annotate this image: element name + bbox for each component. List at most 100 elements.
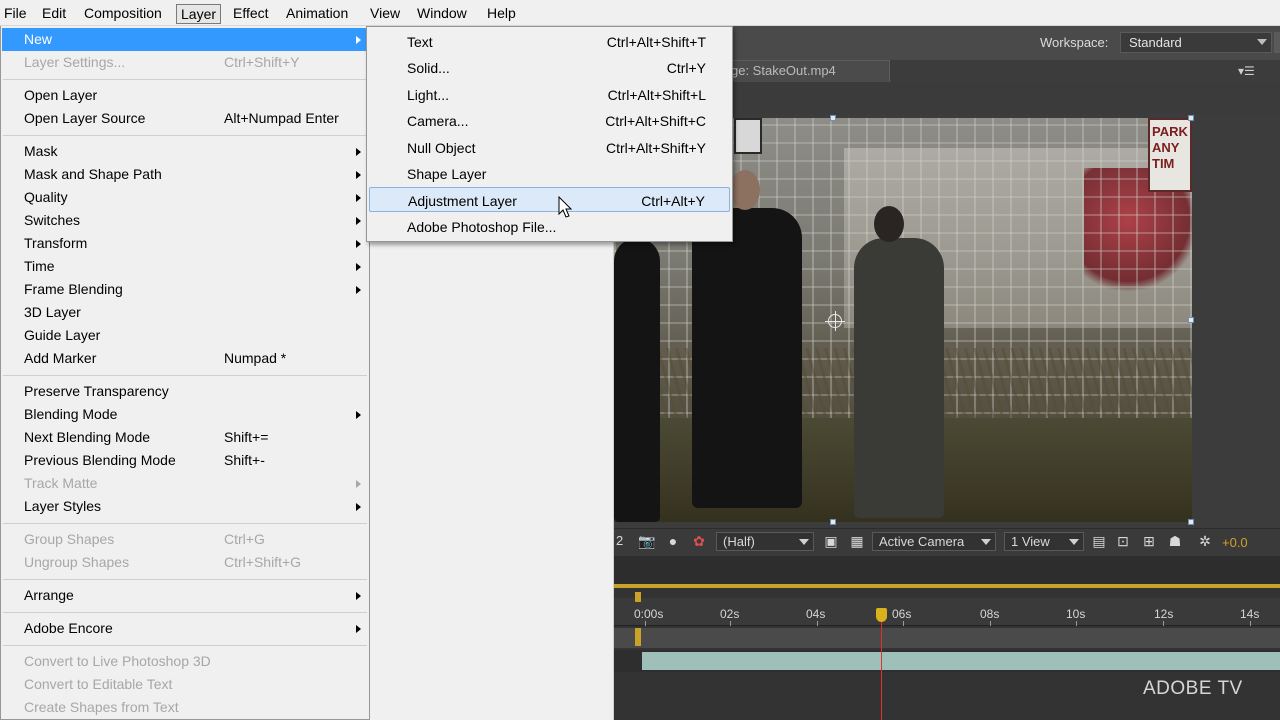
work-area-start-handle[interactable]	[635, 592, 641, 602]
transform-handle-top[interactable]	[830, 115, 836, 121]
menu-separator	[3, 375, 367, 376]
layer-in-point-handle[interactable]	[635, 628, 641, 646]
menu-edit[interactable]: Edit	[38, 4, 70, 24]
mouse-cursor-icon	[558, 196, 573, 218]
playhead-handle[interactable]	[876, 608, 887, 622]
tick-label: 14s	[1240, 607, 1260, 621]
menu-item-label: 3D Layer	[24, 304, 81, 320]
layer-menu-item-preserve-transparency[interactable]: Preserve Transparency	[2, 380, 368, 403]
exposure-reset-icon[interactable]: ✲	[1196, 532, 1214, 550]
menu-item-shortcut: Ctrl+Alt+Y	[641, 193, 705, 210]
layer-menu-item-previous-blending-mode[interactable]: Previous Blending Mode Shift+-	[2, 449, 368, 472]
menu-composition[interactable]: Composition	[80, 4, 166, 24]
fast-previews-icon[interactable]: ⊡	[1114, 532, 1132, 550]
layer-menu-item-new[interactable]: New	[2, 28, 368, 51]
layer-menu-item-blending-mode[interactable]: Blending Mode	[2, 403, 368, 426]
layer-menu-item-open-layer[interactable]: Open Layer	[2, 84, 368, 107]
chevron-right-icon	[356, 625, 361, 633]
work-area-bar[interactable]	[614, 628, 1280, 648]
menu-item-label: Layer Styles	[24, 498, 102, 514]
layer-menu-item-guide-layer[interactable]: Guide Layer	[2, 324, 368, 347]
menu-item-shortcut: Ctrl+Y	[666, 60, 706, 77]
magnification-value[interactable]: 2	[616, 533, 623, 548]
anchor-point-icon[interactable]	[825, 311, 845, 331]
menu-animation[interactable]: Animation	[282, 4, 352, 24]
layer-menu-item-transform[interactable]: Transform	[2, 232, 368, 255]
menu-item-label: Create Shapes from Text	[24, 699, 179, 715]
chevron-right-icon	[356, 240, 361, 248]
chevron-right-icon	[356, 217, 361, 225]
person-right	[854, 238, 944, 518]
transparency-grid-icon[interactable]: ▦	[848, 532, 866, 550]
show-snapshot-icon[interactable]: ●	[664, 532, 682, 550]
layer-menu-item-next-blending-mode[interactable]: Next Blending Mode Shift+=	[2, 426, 368, 449]
new-submenu-item-adjustment-layer[interactable]: Adjustment Layer Ctrl+Alt+Y	[369, 187, 730, 213]
new-submenu-item-solid[interactable]: Solid... Ctrl+Y	[369, 55, 730, 80]
layer-menu-item-adobe-encore[interactable]: Adobe Encore	[2, 617, 368, 640]
menu-item-label: Preserve Transparency	[24, 383, 169, 399]
menu-help[interactable]: Help	[483, 4, 520, 24]
layer-menu-item-mask[interactable]: Mask	[2, 140, 368, 163]
region-of-interest-icon[interactable]: ▣	[822, 532, 840, 550]
menu-file[interactable]: File	[0, 4, 31, 24]
chevron-right-icon	[356, 592, 361, 600]
transform-handle-right[interactable]	[1188, 317, 1194, 323]
resolution-select[interactable]: (Half)	[716, 532, 814, 551]
street-sign	[734, 118, 762, 154]
new-submenu-item-camera[interactable]: Camera... Ctrl+Alt+Shift+C	[369, 108, 730, 133]
new-submenu-item-adobe-photoshop-file[interactable]: Adobe Photoshop File...	[369, 214, 730, 239]
panel-menu-icon[interactable]: ▾☰	[1238, 64, 1255, 78]
new-submenu-item-text[interactable]: Text Ctrl+Alt+Shift+T	[369, 29, 730, 54]
toggle-pixel-aspect-icon[interactable]: ▤	[1090, 532, 1108, 550]
layer-menu-item-quality[interactable]: Quality	[2, 186, 368, 209]
menu-item-label: Time	[24, 258, 55, 274]
camera-select[interactable]: Active Camera	[872, 532, 996, 551]
menu-item-label: Previous Blending Mode	[24, 452, 176, 468]
menu-item-shortcut: Ctrl+Alt+Shift+C	[605, 113, 706, 130]
menu-layer[interactable]: Layer	[176, 4, 222, 24]
current-time-indicator[interactable]	[881, 608, 882, 720]
new-submenu-item-shape-layer[interactable]: Shape Layer	[369, 161, 730, 186]
channel-icon[interactable]: ✿	[690, 532, 708, 550]
transform-handle-top-right[interactable]	[1188, 115, 1194, 121]
view-layout-select[interactable]: 1 View	[1004, 532, 1084, 551]
tick-mark	[817, 621, 818, 626]
chevron-down-icon	[1069, 539, 1079, 545]
new-submenu-item-light[interactable]: Light... Ctrl+Alt+Shift+L	[369, 82, 730, 107]
menu-item-label: New	[24, 31, 53, 47]
menu-view[interactable]: View	[366, 4, 404, 24]
menu-window[interactable]: Window	[413, 4, 471, 24]
layer-menu-item-switches[interactable]: Switches	[2, 209, 368, 232]
menu-item-label: Blending Mode	[24, 406, 118, 422]
layer-duration-bar[interactable]	[642, 652, 1280, 670]
person-center-head	[730, 170, 760, 210]
layer-menu-item-time[interactable]: Time	[2, 255, 368, 278]
tick-mark	[1076, 621, 1077, 626]
time-ruler[interactable]	[614, 598, 1280, 626]
transform-handle-bottom-right[interactable]	[1188, 519, 1194, 525]
tab-footage[interactable]: ge: StakeOut.mp4	[730, 60, 890, 82]
snapshot-camera-icon[interactable]: 📷	[638, 532, 656, 550]
exposure-value[interactable]: +0.0	[1222, 535, 1248, 550]
menu-effect[interactable]: Effect	[229, 4, 273, 24]
layer-menu-item-open-layer-source[interactable]: Open Layer Source Alt+Numpad Enter	[2, 107, 368, 130]
layer-menu-item-frame-blending[interactable]: Frame Blending	[2, 278, 368, 301]
layer-menu-item-arrange[interactable]: Arrange	[2, 584, 368, 607]
layer-menu-item-layer-styles[interactable]: Layer Styles	[2, 495, 368, 518]
menu-separator	[3, 79, 367, 80]
layer-menu-item-add-marker[interactable]: Add Marker Numpad *	[2, 347, 368, 370]
resolution-value: (Half)	[723, 534, 755, 549]
layer-menu-item-mask-and-shape-path[interactable]: Mask and Shape Path	[2, 163, 368, 186]
flowchart-icon[interactable]: ☗	[1166, 532, 1184, 550]
menu-separator	[3, 645, 367, 646]
chevron-right-icon	[356, 171, 361, 179]
chevron-right-icon	[356, 286, 361, 294]
menu-item-shortcut: Ctrl+Shift+Y	[224, 54, 300, 70]
menu-item-label: Adobe Photoshop File...	[407, 218, 557, 235]
layer-menu-item-3d-layer[interactable]: 3D Layer	[2, 301, 368, 324]
new-submenu-item-null-object[interactable]: Null Object Ctrl+Alt+Shift+Y	[369, 135, 730, 160]
workspace-select[interactable]: Standard	[1120, 32, 1272, 53]
timeline-icon[interactable]: ⊞	[1140, 532, 1158, 550]
menu-separator	[3, 612, 367, 613]
transform-handle-bottom[interactable]	[830, 519, 836, 525]
